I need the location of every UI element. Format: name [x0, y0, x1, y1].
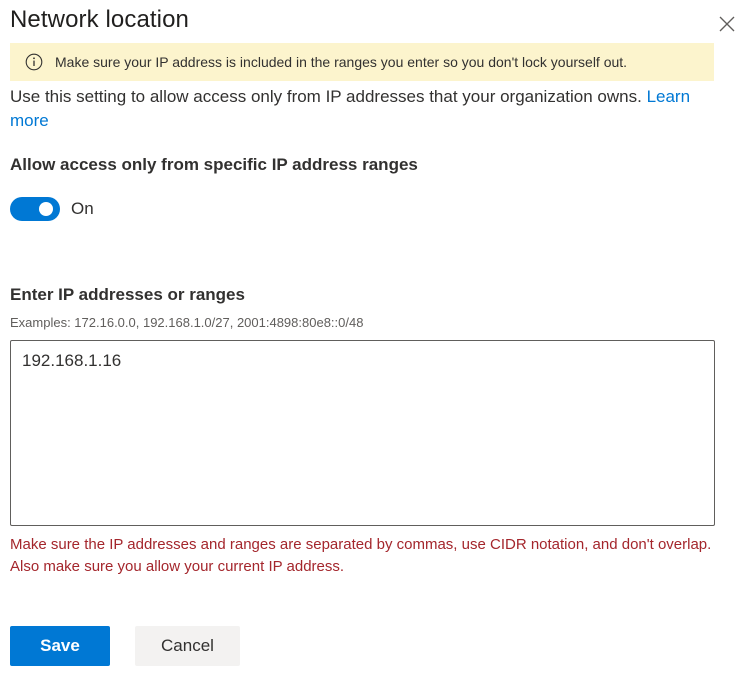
- ip-input-examples: Examples: 172.16.0.0, 192.168.1.0/27, 20…: [10, 315, 364, 330]
- close-icon: [719, 16, 735, 32]
- info-icon: [25, 53, 43, 71]
- toggle-knob: [39, 202, 53, 216]
- ip-restriction-toggle[interactable]: [10, 197, 60, 221]
- network-location-panel: Network location Make sure your IP addre…: [0, 0, 747, 688]
- ip-input-label: Enter IP addresses or ranges: [10, 285, 245, 304]
- save-button[interactable]: Save: [10, 626, 110, 666]
- warning-text: Make sure your IP address is included in…: [55, 54, 628, 70]
- cancel-button[interactable]: Cancel: [135, 626, 240, 666]
- toggle-row: On: [10, 197, 94, 221]
- ip-ranges-input[interactable]: 192.168.1.16: [10, 340, 715, 526]
- toggle-state-text: On: [71, 199, 94, 218]
- error-message: Make sure the IP addresses and ranges ar…: [10, 536, 712, 575]
- description: Use this setting to allow access only fr…: [10, 85, 725, 133]
- description-text: Use this setting to allow access only fr…: [10, 87, 647, 106]
- warning-banner: Make sure your IP address is included in…: [10, 43, 714, 81]
- toggle-label: Allow access only from specific IP addre…: [10, 155, 418, 174]
- close-button[interactable]: [716, 13, 738, 35]
- panel-title: Network location: [10, 6, 190, 33]
